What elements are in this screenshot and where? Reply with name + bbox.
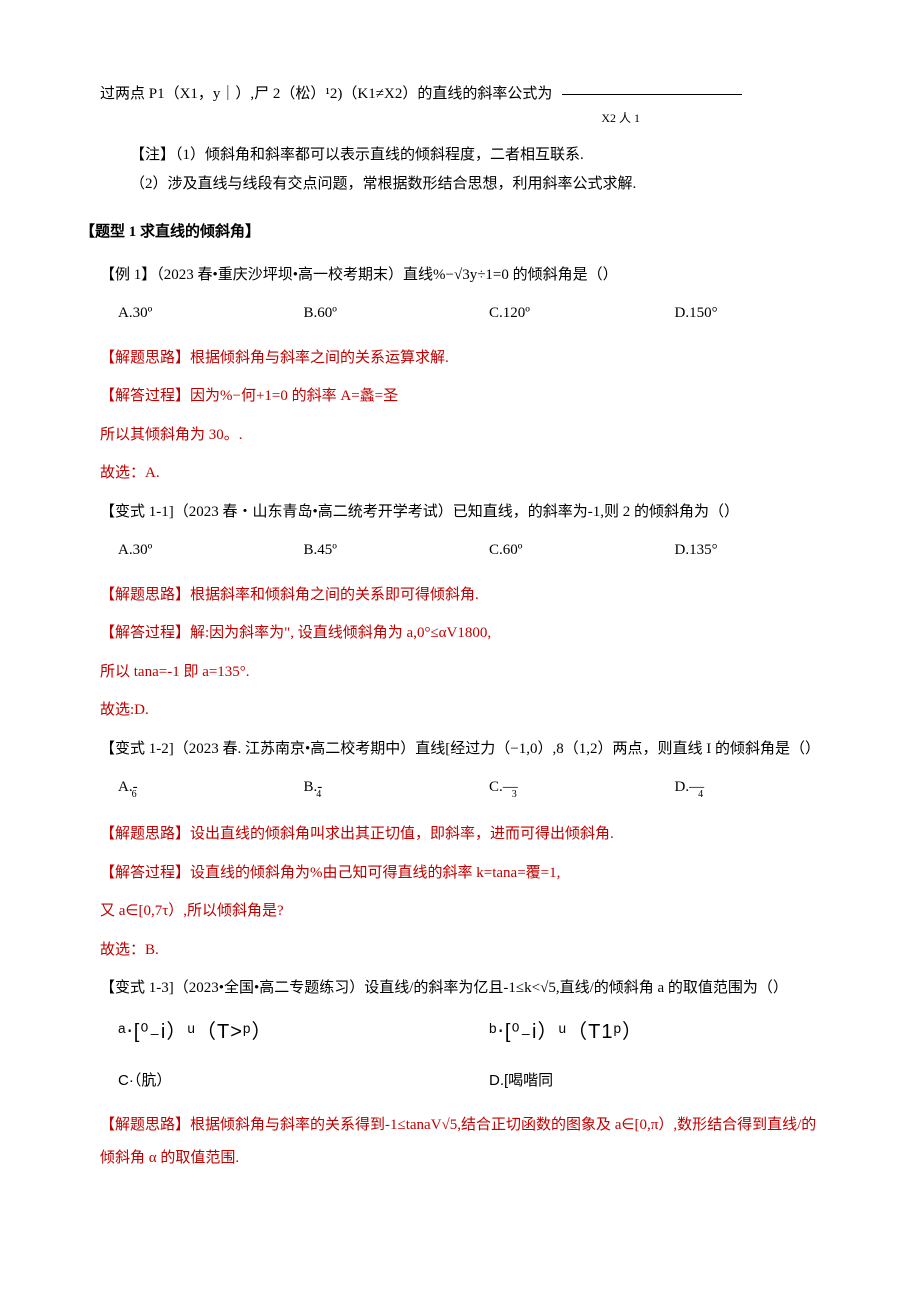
variant-1-3-options-row2: C·（肮） D.[喝喈同	[118, 1067, 860, 1096]
option-d: D.[喝喈同	[489, 1067, 860, 1096]
solution-thought: 【解题思路】根据斜率和倾斜角之间的关系即可得倾斜角.	[100, 581, 860, 610]
option-c: C.120º	[489, 299, 675, 328]
variant-1-1-options: A.30º B.45º C.60º D.135°	[118, 536, 860, 565]
answer: 故选:D.	[100, 696, 860, 725]
option-b: ᵇ‧[⁰₋i）ᵘ（T1ᵖ）	[489, 1013, 860, 1051]
note-2: （2）涉及直线与线段有交点问题，常根据数形结合思想，利用斜率公式求解.	[130, 170, 860, 199]
variant-1-1-stem: 【变式 1-1]（2023 春・山东青岛•高二统考开学考试）已知直线，的斜率为-…	[100, 498, 860, 527]
option-c: C·（肮）	[118, 1067, 489, 1096]
section-heading: 【题型 1 求直线的倾斜角】	[80, 218, 860, 247]
variant-1-3-options-row1: ᵃ‧[⁰₋i）ᵘ（T>ᵖ） ᵇ‧[⁰₋i）ᵘ（T1ᵖ）	[118, 1013, 860, 1051]
option-d: D.—4	[675, 773, 861, 804]
variant-1-2-options: A.-6 B.-4 C.—3 D.—4	[118, 773, 860, 804]
option-a: A.30º	[118, 299, 304, 328]
example-1-options: A.30º B.60º C.120º D.150°	[118, 299, 860, 328]
fraction-bar	[562, 94, 742, 95]
solution-thought: 【解题思路】根据倾斜角与斜率之间的关系运算求解.	[100, 344, 860, 373]
solution-result: 所以 tana=-1 即 a=135°.	[100, 658, 860, 687]
option-a: A.30º	[118, 536, 304, 565]
solution-process: 【解答过程】解:因为斜率为", 设直线倾斜角为 a,0°≤αV1800,	[100, 619, 860, 648]
solution-process: 【解答过程】设直线的倾斜角为%由己知可得直线的斜率 k=tana=覆=1,	[100, 859, 860, 888]
option-c: C.—3	[489, 773, 675, 804]
solution-result: 所以其倾斜角为 30。.	[100, 421, 860, 450]
answer: 故选：A.	[100, 459, 860, 488]
option-c: C.60º	[489, 536, 675, 565]
option-d: D.135°	[675, 536, 861, 565]
solution-thought-line2: 倾斜角 α 的取值范围.	[100, 1144, 860, 1173]
answer: 故选：B.	[100, 936, 860, 965]
formula-text: 过两点 P1（X1，y｜）,尸 2（松）¹2)（K1≠X2）的直线的斜率公式为	[100, 86, 552, 102]
solution-thought: 【解题思路】设出直线的倾斜角叫求出其正切值，即斜率，进而可得出倾斜角.	[100, 820, 860, 849]
solution-process: 【解答过程】因为%−何+1=0 的斜率 A=蠡=圣	[100, 382, 860, 411]
example-1-stem: 【例 1】（2023 春•重庆沙坪坝•高一校考期末）直线%−√3y÷1=0 的倾…	[100, 261, 860, 290]
variant-1-3-stem: 【变式 1-3]（2023•全国•高二专题练习）设直线/的斜率为亿且-1≤k<√…	[100, 974, 860, 1003]
option-a: A.-6	[118, 773, 304, 804]
option-b: B.60º	[304, 299, 490, 328]
option-d: D.150°	[675, 299, 861, 328]
solution-result: 又 a∈[0,7τ）,所以倾斜角是?	[100, 897, 860, 926]
option-b: B.45º	[304, 536, 490, 565]
solution-thought-line1: 【解题思路】根据倾斜角与斜率的关系得到-1≤tanaV√5,结合正切函数的图象及…	[100, 1111, 860, 1140]
option-a: ᵃ‧[⁰₋i）ᵘ（T>ᵖ）	[118, 1013, 489, 1051]
formula-denominator: X2 人 1	[100, 107, 640, 130]
option-b: B.-4	[304, 773, 490, 804]
note-1: 【注】（1）倾斜角和斜率都可以表示直线的倾斜程度，二者相互联系.	[130, 141, 860, 170]
variant-1-2-stem: 【变式 1-2]（2023 春. 江苏南京•高二校考期中）直线[经过力（−1,0…	[100, 735, 860, 764]
